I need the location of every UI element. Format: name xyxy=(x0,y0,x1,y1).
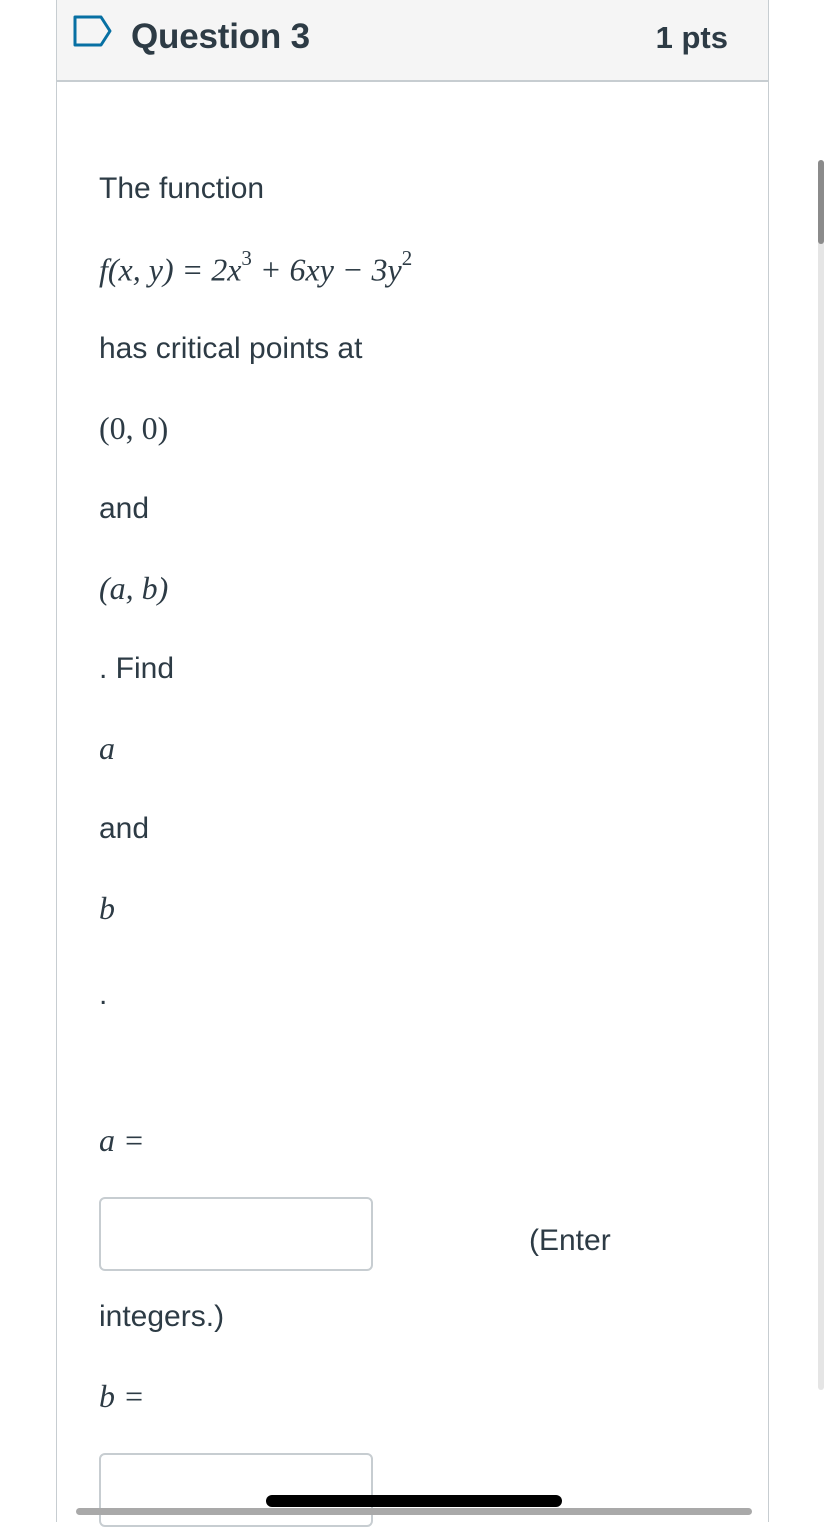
question-points: 1 pts xyxy=(655,20,728,55)
variable-a: a xyxy=(99,730,115,767)
and-text-2: and xyxy=(99,812,150,845)
a-equals-text: a = xyxy=(99,1122,145,1158)
enter-text: (Enter xyxy=(529,1224,611,1257)
question-header: Question 3 1 pts xyxy=(57,0,768,82)
function-formula: f(x, y) = 2x3 + 6xy − 3y2 xyxy=(99,246,412,289)
intro-text: The function xyxy=(99,172,265,205)
home-indicator[interactable] xyxy=(266,1495,562,1507)
critical-points-text: has critical points at xyxy=(99,332,363,365)
integers-text: integers.) xyxy=(99,1300,225,1333)
variable-a-text: a xyxy=(99,730,115,766)
period-text: . xyxy=(99,978,108,1011)
bottom-divider xyxy=(76,1508,752,1515)
find-text: . Find xyxy=(99,652,175,685)
point-ab-text: (a, b) xyxy=(99,570,169,606)
question-title: Question 3 xyxy=(131,17,310,56)
answer-a-input[interactable] xyxy=(99,1197,373,1271)
function-middle: + 6xy − 3y xyxy=(251,251,402,288)
answer-b-input[interactable] xyxy=(99,1453,373,1527)
exponent-3: 3 xyxy=(241,246,252,270)
and-text-1: and xyxy=(99,492,150,525)
exponent-2: 2 xyxy=(401,246,413,270)
point-origin: (0, 0) xyxy=(99,410,169,446)
variable-b-text: b xyxy=(99,890,115,926)
b-equals-label: b = xyxy=(99,1378,145,1415)
function-prefix: f(x, y) = 2x xyxy=(99,251,242,288)
b-equals-text: b = xyxy=(99,1378,145,1414)
variable-b: b xyxy=(99,890,115,927)
bookmark-flag-icon[interactable] xyxy=(73,14,113,48)
question-card: Question 3 1 pts The function f(x, y) = … xyxy=(56,0,769,1527)
scrollbar-track[interactable] xyxy=(818,160,824,1390)
a-equals-label: a = xyxy=(99,1122,145,1159)
point-ab: (a, b) xyxy=(99,570,168,607)
scrollbar-thumb[interactable] xyxy=(818,160,824,244)
